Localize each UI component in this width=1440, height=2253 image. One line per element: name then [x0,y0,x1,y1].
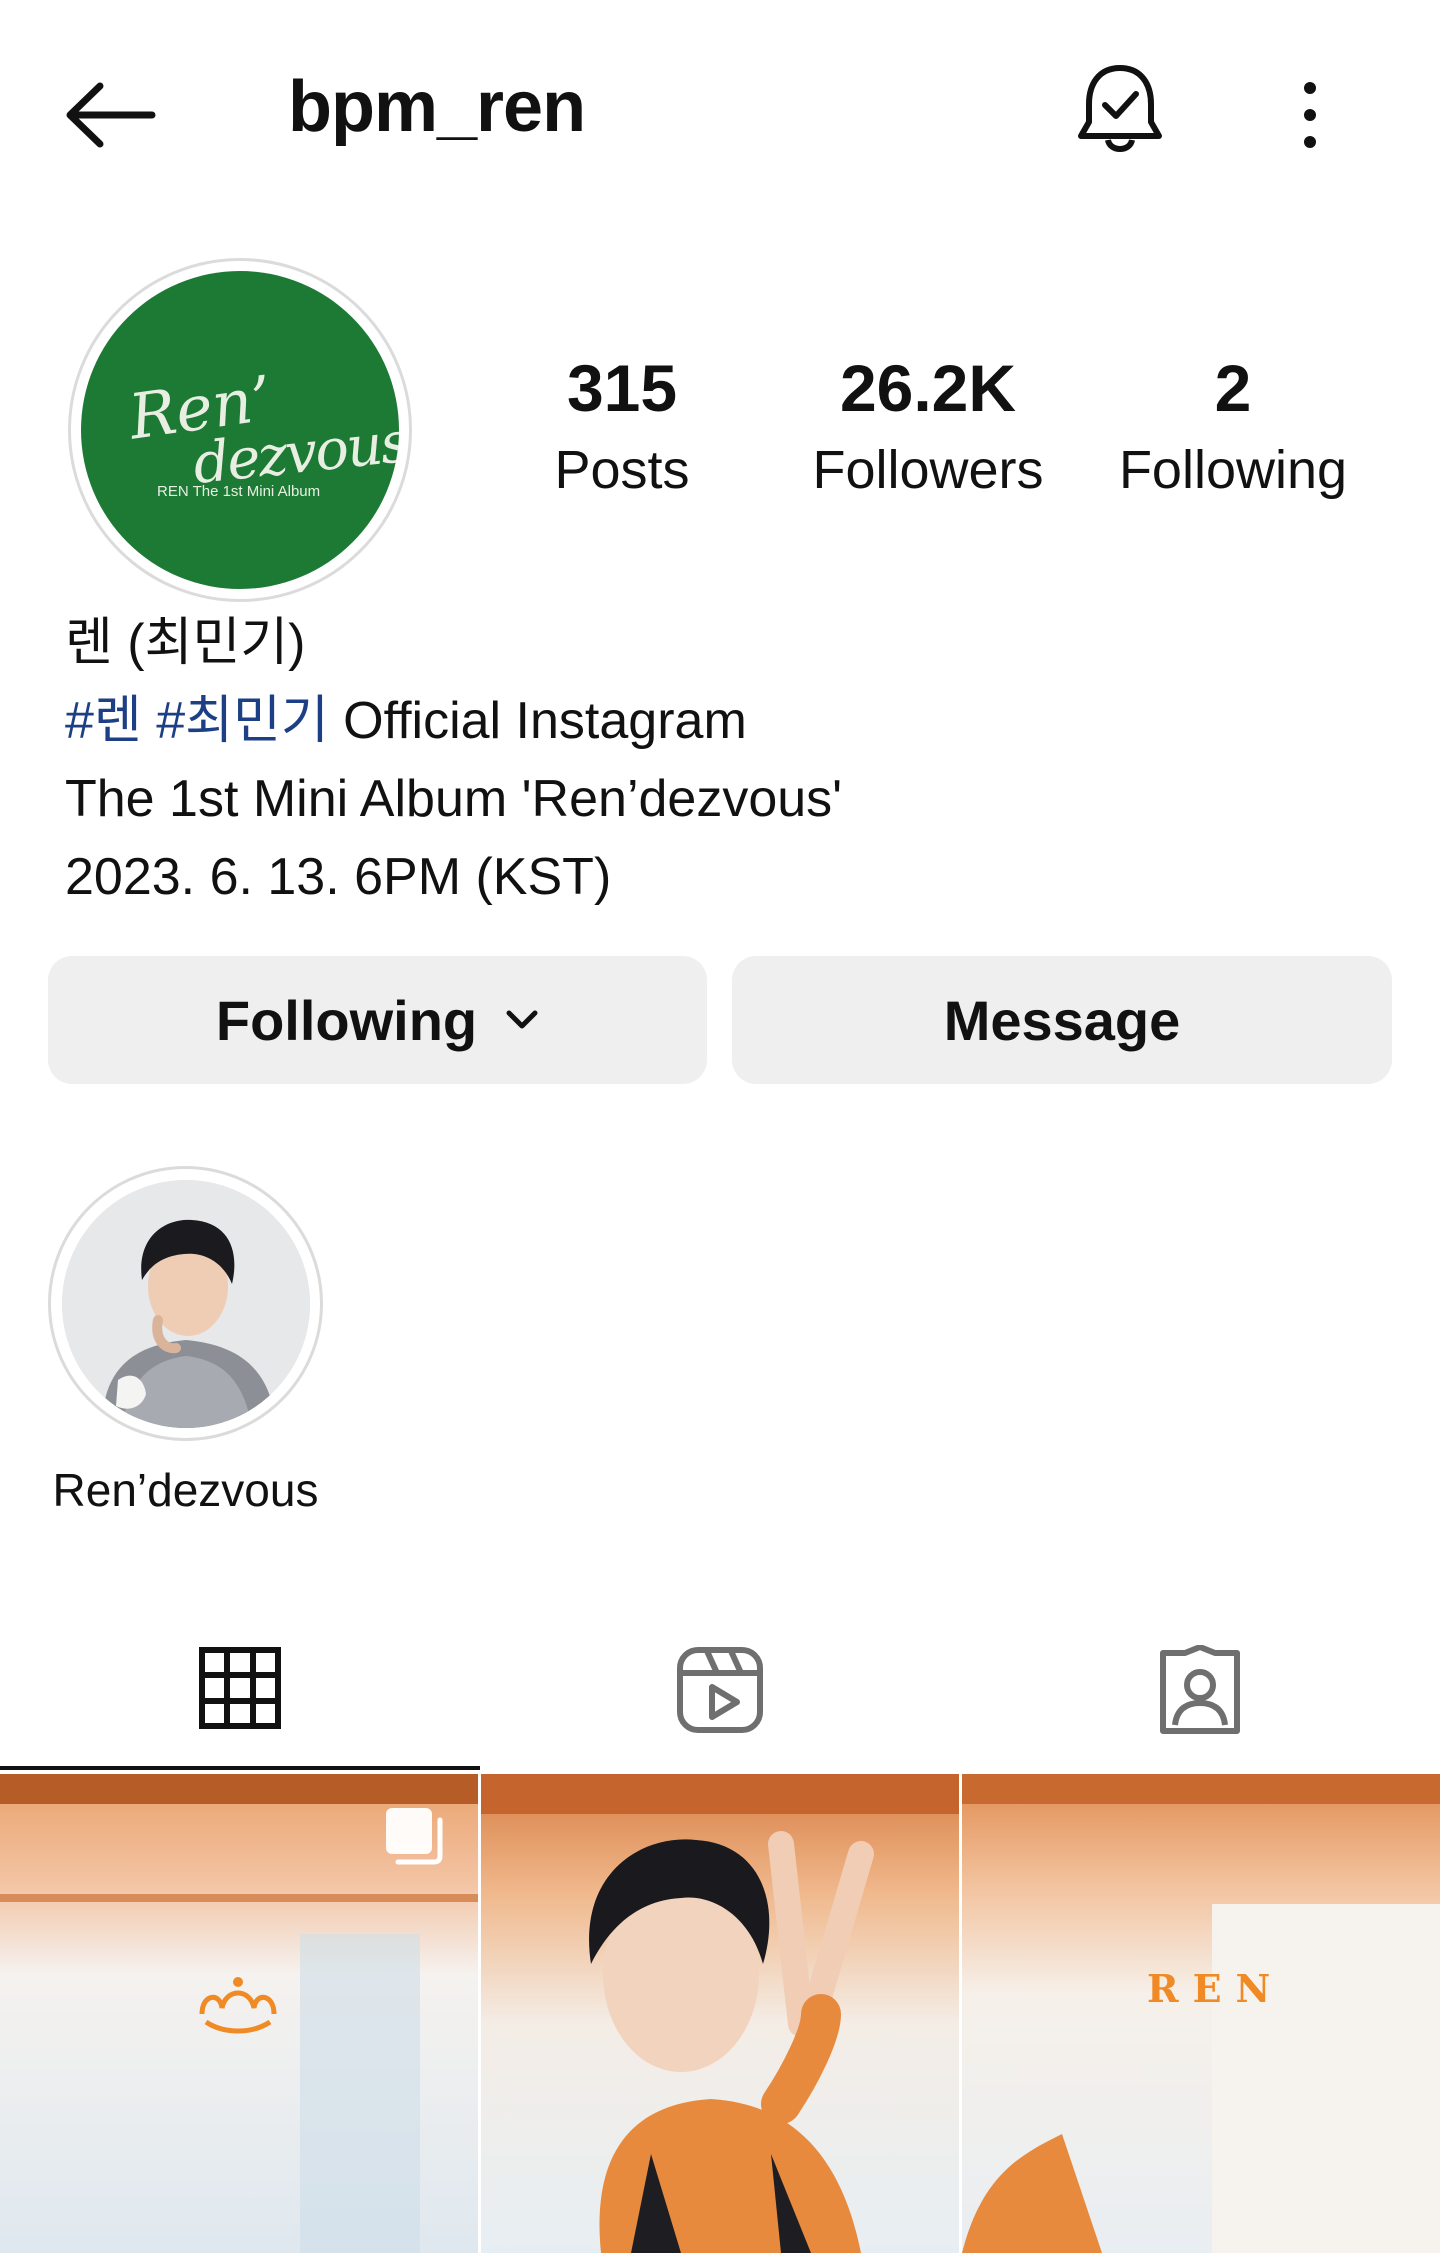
profile-header: bpm_ren [0,0,1440,230]
highlight-label: Ren’dezvous [52,1464,319,1516]
highlight-ring [48,1166,323,1441]
profile-avatar[interactable]: Ren’ dezvous REN The 1st Mini Album [68,258,412,602]
following-label: Following [1118,440,1348,500]
profile-bio: 렌 (최민기) #렌 #최민기 Official Instagram The 1… [65,604,842,916]
multiple-photos-icon [380,1802,450,1873]
hashtag-link[interactable]: #최민기 [156,692,328,750]
posts-count: 315 [566,351,678,425]
following-button[interactable]: Following [48,956,707,1084]
tagged-person-icon [1160,1645,1240,1734]
person-photo [61,1179,310,1428]
reels-icon [677,1647,763,1733]
more-vertical-icon [1304,82,1316,148]
tab-posts-grid[interactable] [0,1610,480,1770]
post-thumbnail[interactable] [481,1774,959,2253]
post-image [481,1774,959,2253]
highlight-cover-image [61,1179,310,1428]
more-options-button[interactable] [1280,70,1340,160]
post-thumbnail[interactable] [0,1774,478,2253]
stat-following[interactable]: 2 Following [1108,355,1358,497]
hashtag-link[interactable]: #렌 [65,692,142,750]
message-button-label: Message [943,988,1181,1052]
stat-posts[interactable]: 315 Posts [542,355,702,497]
story-highlight[interactable]: Ren’dezvous [48,1166,323,1517]
grid-icon [199,1647,281,1729]
post-image [962,1774,1440,2253]
posts-label: Posts [554,440,690,500]
bell-check-icon [1078,65,1162,152]
following-count: 2 [1214,351,1252,425]
notifications-button[interactable] [1075,60,1165,160]
back-button[interactable] [60,70,160,160]
message-button[interactable]: Message [732,956,1392,1084]
post-thumbnail[interactable]: REN [962,1774,1440,2253]
bio-name: 렌 (최민기) [65,614,306,672]
bio-line-4: 2023. 6. 13. 6PM (KST) [65,848,612,906]
chevron-down-icon [505,1009,539,1031]
crown-logo-icon [192,1972,284,2052]
stat-followers[interactable]: 26.2K Followers [800,355,1056,497]
tab-reels[interactable] [480,1610,960,1770]
bio-line-2: #렌 #최민기 Official Instagram [65,682,842,760]
followers-count: 26.2K [839,351,1017,425]
bio-text: Official Instagram [328,692,747,750]
avatar-logo-subtitle: REN The 1st Mini Album [157,483,321,500]
profile-tabs [0,1610,1440,1770]
arrow-left-icon [66,82,156,148]
posts-grid: REN [0,1774,1440,2253]
post-logo-text: REN [1147,1966,1285,2011]
tab-tagged[interactable] [960,1610,1440,1770]
bio-line-3: The 1st Mini Album 'Ren’dezvous' [65,770,843,828]
profile-username: bpm_ren [288,67,586,147]
followers-label: Followers [812,440,1044,500]
avatar-image: Ren’ dezvous REN The 1st Mini Album [81,271,399,589]
following-button-label: Following [215,988,478,1052]
